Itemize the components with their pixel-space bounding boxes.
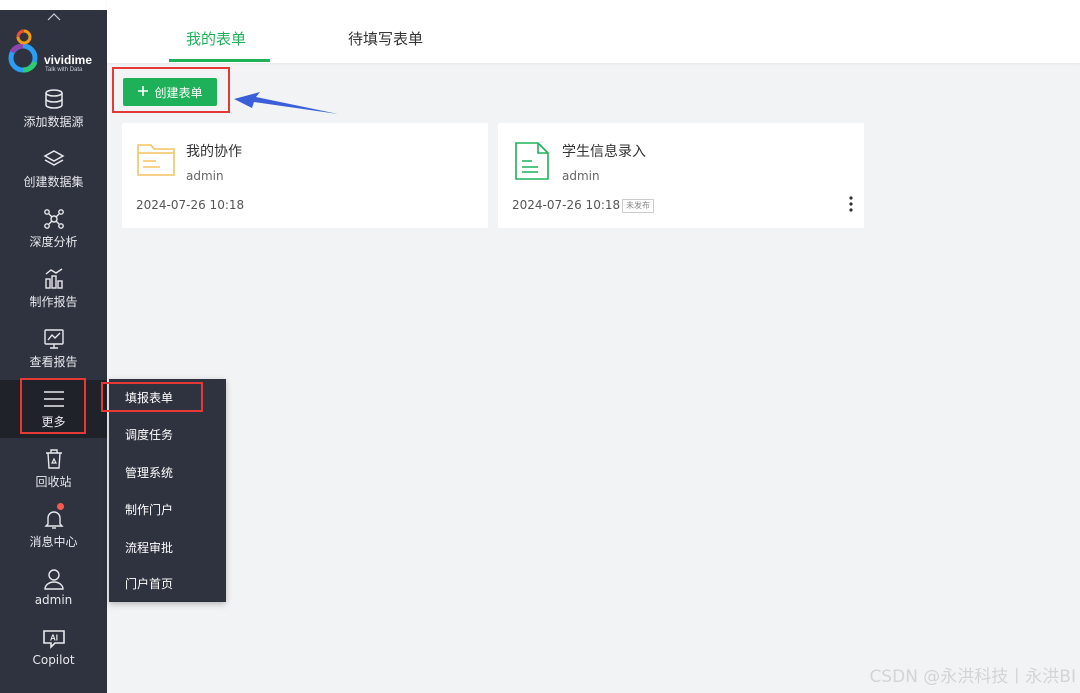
active-tab-underline (169, 59, 270, 62)
sidebar-item-messages[interactable]: 消息中心 (0, 504, 107, 562)
menu-item-schedule-task[interactable]: 调度任务 (125, 426, 173, 443)
trash-icon (43, 444, 65, 470)
menu-item-admin-system[interactable]: 管理系统 (125, 464, 173, 481)
layers-icon (42, 144, 65, 170)
card-date: 2024-07-26 10:18 (136, 198, 245, 212)
menu-item-workflow-approval[interactable]: 流程审批 (125, 539, 173, 556)
monitor-chart-icon (43, 324, 65, 350)
tab-my-forms[interactable]: 我的表单 (186, 28, 246, 49)
sidebar-item-label: admin (34, 593, 73, 607)
sidebar-top-strip (0, 0, 107, 10)
card-title: 学生信息录入 (562, 144, 646, 160)
sidebar-item-label: 查看报告 (29, 355, 78, 369)
database-icon (43, 84, 65, 110)
sidebar-item-label: Copilot (32, 653, 75, 667)
vividime-logo: vividime Talk with Data (6, 28, 102, 76)
card-date: 2024-07-26 10:18 (512, 198, 621, 212)
user-icon (43, 564, 65, 590)
network-icon (42, 204, 66, 230)
logo-tagline: Talk with Data (45, 67, 83, 73)
menu-item-portal-home[interactable]: 门户首页 (125, 575, 173, 592)
bar-chart-icon (43, 264, 65, 290)
sidebar-item-add-datasource[interactable]: 添加数据源 (0, 84, 107, 142)
sidebar-item-label: 制作报告 (29, 295, 78, 309)
logo-name: vividime (44, 53, 93, 67)
card-owner: admin (562, 169, 600, 183)
document-icon (512, 141, 552, 185)
ai-icon: AI (41, 624, 67, 650)
fill-form-highlight-box (101, 382, 203, 412)
more-options-icon[interactable] (848, 195, 854, 213)
sidebar-item-label: 创建数据集 (23, 175, 84, 189)
svg-text:AI: AI (50, 634, 58, 643)
create-button-highlight-box (112, 67, 230, 113)
card-title: 我的协作 (186, 144, 242, 160)
watermark: CSDN @永洪科技丨永洪BI (869, 667, 1076, 687)
more-menu: 填报表单 调度任务 管理系统 制作门户 流程审批 门户首页 (109, 379, 226, 602)
sidebar: vividime Talk with Data 添加数据源 创建数据集 深度分析… (0, 0, 107, 693)
menu-item-make-portal[interactable]: 制作门户 (125, 501, 173, 518)
sidebar-item-label: 消息中心 (29, 535, 78, 549)
sidebar-item-copilot[interactable]: AI Copilot (0, 624, 107, 682)
tab-bar: 我的表单 待填写表单 (107, 0, 1080, 63)
form-card[interactable]: 学生信息录入 admin 2024-07-26 10:18 未发布 (498, 123, 864, 228)
card-owner: admin (186, 169, 224, 183)
sidebar-item-recycle-bin[interactable]: 回收站 (0, 444, 107, 502)
sidebar-item-label: 回收站 (35, 475, 72, 489)
tab-pending-forms[interactable]: 待填写表单 (348, 28, 423, 49)
sidebar-item-label: 深度分析 (29, 235, 78, 249)
sidebar-item-make-report[interactable]: 制作报告 (0, 264, 107, 322)
sidebar-item-view-report[interactable]: 查看报告 (0, 324, 107, 382)
sidebar-item-label: 添加数据源 (23, 115, 84, 129)
main-content: 我的表单 待填写表单 创建表单 我的协作 admin 2024-07-26 10… (107, 0, 1080, 693)
sidebar-item-user[interactable]: admin (0, 564, 107, 622)
more-highlight-box (20, 378, 86, 434)
collapse-up-icon[interactable] (0, 10, 107, 24)
notification-dot (57, 503, 64, 510)
folder-icon (136, 141, 176, 181)
pointer-arrow (234, 92, 338, 114)
sidebar-item-deep-analysis[interactable]: 深度分析 (0, 204, 107, 262)
sidebar-item-create-dataset[interactable]: 创建数据集 (0, 144, 107, 202)
form-card[interactable]: 我的协作 admin 2024-07-26 10:18 (122, 123, 488, 228)
status-badge: 未发布 (622, 199, 654, 213)
